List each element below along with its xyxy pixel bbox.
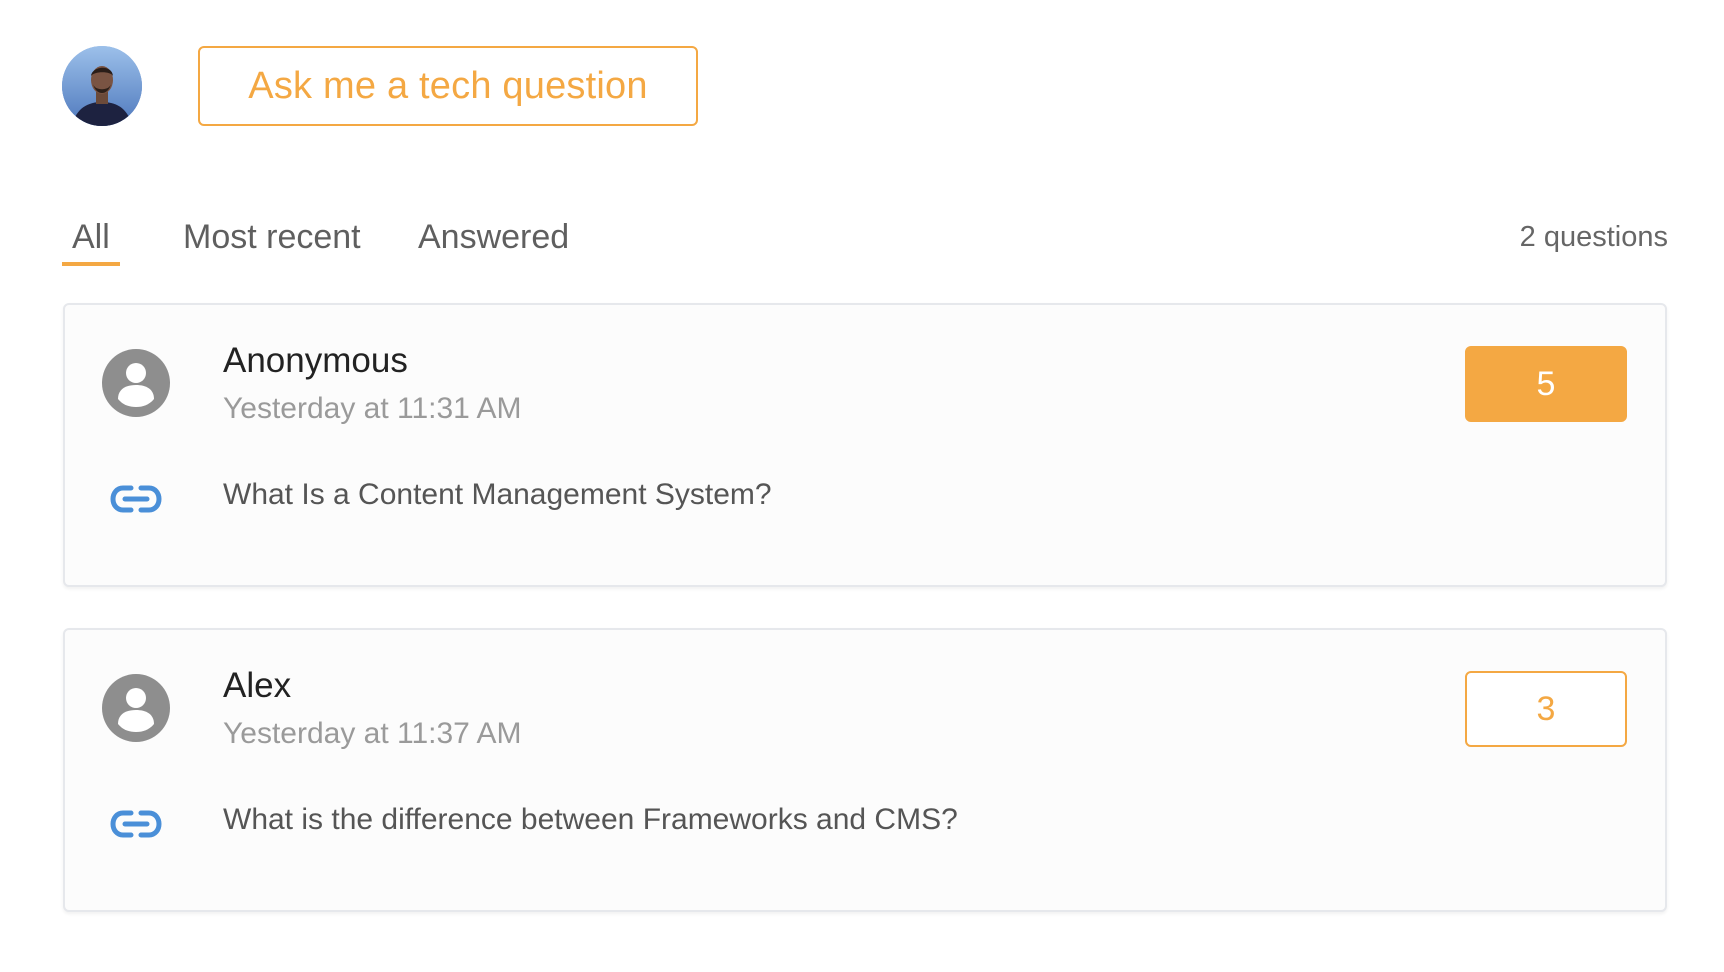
question-author: Anonymous bbox=[223, 341, 408, 380]
question-author: Alex bbox=[223, 666, 292, 705]
link-icon[interactable] bbox=[109, 808, 163, 840]
tab-most-recent[interactable]: Most recent bbox=[173, 212, 371, 262]
ask-question-button[interactable]: Ask me a tech question bbox=[198, 46, 698, 126]
tab-answered[interactable]: Answered bbox=[408, 212, 579, 262]
question-card: Anonymous Yesterday at 11:31 AM 5 What I… bbox=[63, 303, 1667, 587]
filter-tabs: All Most recent Answered 2 questions bbox=[62, 212, 1668, 268]
profile-photo-icon bbox=[62, 46, 142, 126]
top-bar: Ask me a tech question bbox=[62, 46, 698, 126]
question-card: Alex Yesterday at 11:37 AM 3 What is the… bbox=[63, 628, 1667, 912]
question-count: 2 questions bbox=[1519, 221, 1668, 253]
user-circle-icon bbox=[102, 674, 170, 742]
link-icon[interactable] bbox=[109, 483, 163, 515]
tab-all[interactable]: All bbox=[62, 212, 120, 266]
question-text[interactable]: What is the difference between Framework… bbox=[223, 803, 958, 837]
user-circle-icon bbox=[102, 349, 170, 417]
question-text[interactable]: What Is a Content Management System? bbox=[223, 478, 772, 512]
upvote-button[interactable]: 5 bbox=[1465, 346, 1627, 422]
upvote-button[interactable]: 3 bbox=[1465, 671, 1627, 747]
question-timestamp: Yesterday at 11:31 AM bbox=[223, 392, 522, 425]
profile-avatar[interactable] bbox=[62, 46, 142, 126]
question-timestamp: Yesterday at 11:37 AM bbox=[223, 717, 522, 750]
